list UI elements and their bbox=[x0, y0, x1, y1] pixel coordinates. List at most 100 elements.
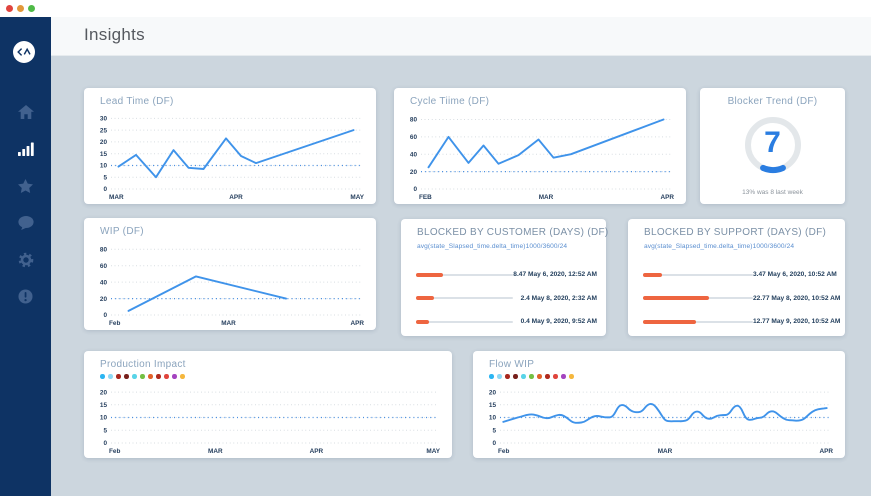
svg-text:0: 0 bbox=[103, 312, 107, 319]
bar-track bbox=[416, 297, 513, 299]
flow-wip-card[interactable]: Flow WIP 20151050FebMARAPR bbox=[473, 351, 845, 458]
app-logo[interactable] bbox=[13, 41, 35, 63]
legend-dot bbox=[132, 374, 137, 379]
bar-fill bbox=[416, 320, 429, 324]
gauge-caption: 13% was 8 last week bbox=[700, 189, 845, 196]
sidebar bbox=[0, 17, 51, 496]
bar-fill bbox=[416, 296, 434, 300]
svg-text:MAR: MAR bbox=[539, 194, 554, 201]
sidebar-item-starred[interactable] bbox=[0, 167, 51, 204]
sidebar-item-alerts[interactable] bbox=[0, 278, 51, 315]
cycle-time-card[interactable]: Cycle Tiime (DF) 806040200FEBMARAPR bbox=[394, 88, 686, 204]
production-impact-chart: 20151050FebMARAPRMAY bbox=[90, 382, 446, 455]
svg-text:10: 10 bbox=[100, 415, 108, 422]
legend-dot bbox=[513, 374, 518, 379]
svg-text:5: 5 bbox=[103, 428, 107, 435]
legend-dot bbox=[561, 374, 566, 379]
logo-caret-icon bbox=[14, 42, 34, 62]
legend-dot bbox=[108, 374, 113, 379]
sidebar-item-comments[interactable] bbox=[0, 204, 51, 241]
flow-wip-title: Flow WIP bbox=[489, 359, 534, 370]
svg-text:FEB: FEB bbox=[419, 194, 432, 201]
bar-row: 0.4 May 9, 2020, 9:52 AM bbox=[416, 310, 597, 334]
svg-text:20: 20 bbox=[410, 169, 418, 176]
legend-dot bbox=[156, 374, 161, 379]
bar-row: 2.4 May 8, 2020, 2:32 AM bbox=[416, 287, 597, 311]
legend-dot bbox=[553, 374, 558, 379]
legend-dot bbox=[172, 374, 177, 379]
gauge-value: 7 bbox=[700, 126, 845, 160]
legend-dot bbox=[164, 374, 169, 379]
window-titlebar bbox=[0, 0, 871, 17]
svg-text:APR: APR bbox=[661, 194, 675, 201]
svg-text:MAR: MAR bbox=[208, 448, 223, 455]
bar-track bbox=[643, 274, 753, 276]
blocker-trend-title: Blocker Trend (DF) bbox=[700, 96, 845, 107]
maximize-window-button[interactable] bbox=[28, 5, 35, 12]
bar-value-label: 2.4 May 8, 2020, 2:32 AM bbox=[521, 295, 597, 302]
sidebar-nav bbox=[0, 93, 51, 315]
svg-text:0: 0 bbox=[103, 186, 107, 193]
svg-text:APR: APR bbox=[229, 194, 243, 201]
bar-track bbox=[643, 321, 753, 323]
lead-time-title: Lead Time (DF) bbox=[100, 96, 174, 107]
svg-text:10: 10 bbox=[489, 415, 497, 422]
lead-time-card[interactable]: Lead Time (DF) 302520151050MARAPRMAY bbox=[84, 88, 376, 204]
blocked-by-support-formula: avg(state_Slapsed_time.delta_time)1000/3… bbox=[644, 243, 794, 250]
svg-text:Feb: Feb bbox=[498, 448, 509, 455]
svg-text:0: 0 bbox=[413, 186, 417, 193]
svg-text:40: 40 bbox=[410, 151, 418, 158]
bar-value-label: 3.47 May 6, 2020, 10:52 AM bbox=[753, 271, 837, 278]
legend-dot bbox=[489, 374, 494, 379]
sidebar-item-insights[interactable] bbox=[0, 130, 51, 167]
bar-track bbox=[416, 274, 513, 276]
svg-text:5: 5 bbox=[492, 428, 496, 435]
production-impact-card[interactable]: Production Impact 20151050FebMARAPRMAY bbox=[84, 351, 452, 458]
legend-dot bbox=[116, 374, 121, 379]
close-window-button[interactable] bbox=[6, 5, 13, 12]
svg-text:80: 80 bbox=[100, 247, 108, 254]
wip-card[interactable]: WIP (DF) 806040200FebMARAPR bbox=[84, 218, 376, 330]
legend-dot bbox=[497, 374, 502, 379]
lead-time-chart: 302520151050MARAPRMAY bbox=[90, 111, 370, 201]
svg-text:20: 20 bbox=[100, 296, 108, 303]
svg-text:0: 0 bbox=[492, 440, 496, 447]
bar-value-label: 12.77 May 9, 2020, 10:52 AM bbox=[753, 318, 840, 325]
svg-text:0: 0 bbox=[103, 440, 107, 447]
blocked-by-customer-card[interactable]: BLOCKED BY CUSTOMER (DAYS) (DF) avg(stat… bbox=[401, 219, 606, 336]
legend-dot bbox=[505, 374, 510, 379]
bar-row: 12.77 May 9, 2020, 10:52 AM bbox=[643, 310, 836, 334]
sidebar-item-settings[interactable] bbox=[0, 241, 51, 278]
svg-text:10: 10 bbox=[100, 163, 108, 170]
alert-icon bbox=[18, 289, 33, 304]
blocker-trend-card[interactable]: Blocker Trend (DF) 7 13% was 8 last week bbox=[700, 88, 845, 204]
bar-value-label: 8.47 May 6, 2020, 12:52 AM bbox=[513, 271, 597, 278]
svg-text:5: 5 bbox=[103, 174, 107, 181]
svg-text:APR: APR bbox=[310, 448, 324, 455]
svg-text:20: 20 bbox=[100, 139, 108, 146]
svg-text:15: 15 bbox=[489, 402, 497, 409]
svg-text:MAR: MAR bbox=[221, 320, 236, 327]
sidebar-item-home[interactable] bbox=[0, 93, 51, 130]
svg-text:60: 60 bbox=[100, 263, 108, 270]
blocked-by-customer-rows: 8.47 May 6, 2020, 12:52 AM 2.4 May 8, 202… bbox=[416, 263, 597, 334]
blocked-by-support-card[interactable]: BLOCKED BY SUPPORT (DAYS) (DF) avg(state… bbox=[628, 219, 845, 336]
minimize-window-button[interactable] bbox=[17, 5, 24, 12]
svg-text:15: 15 bbox=[100, 151, 108, 158]
page-header: Insights bbox=[51, 17, 871, 56]
svg-text:MAR: MAR bbox=[658, 448, 673, 455]
flow-wip-legend bbox=[489, 374, 574, 379]
cycle-time-title: Cycle Tiime (DF) bbox=[410, 96, 489, 107]
bar-row: 8.47 May 6, 2020, 12:52 AM bbox=[416, 263, 597, 287]
legend-dot bbox=[180, 374, 185, 379]
page-title: Insights bbox=[84, 25, 145, 45]
wip-chart: 806040200FebMARAPR bbox=[90, 241, 370, 327]
comment-icon bbox=[18, 216, 34, 230]
production-impact-legend bbox=[100, 374, 185, 379]
svg-text:MAR: MAR bbox=[109, 194, 124, 201]
flow-wip-chart: 20151050FebMARAPR bbox=[479, 382, 839, 455]
legend-dot bbox=[529, 374, 534, 379]
bar-fill bbox=[643, 273, 662, 277]
legend-dot bbox=[124, 374, 129, 379]
svg-text:Feb: Feb bbox=[109, 448, 120, 455]
